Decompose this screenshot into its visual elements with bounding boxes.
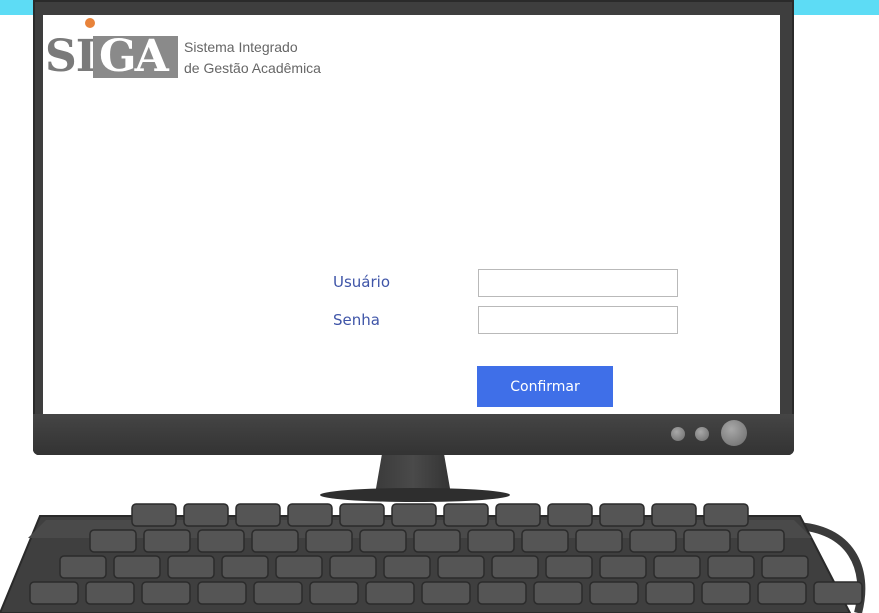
keyboard-key-icon — [89, 529, 137, 553]
keyboard-key-icon — [59, 555, 107, 579]
keyboard-key-icon — [757, 581, 807, 605]
user-input[interactable] — [478, 269, 678, 297]
keyboard-illustration-icon — [0, 503, 866, 613]
keyboard-key-icon — [545, 555, 593, 579]
keyboard-key-icon — [589, 581, 639, 605]
keyboard-key-icon — [701, 581, 751, 605]
keyboard-key-icon — [761, 555, 809, 579]
keyboard-key-icon — [599, 503, 645, 527]
confirm-button[interactable]: Confirmar — [477, 366, 613, 407]
keyboard-key-icon — [131, 503, 177, 527]
keyboard-key-icon — [533, 581, 583, 605]
user-label: Usuário — [333, 273, 391, 291]
keyboard-key-icon — [495, 503, 541, 527]
keyboard-key-icon — [703, 503, 749, 527]
logo-mark-si: SI — [45, 31, 96, 82]
keyboard-key-icon — [221, 555, 269, 579]
indicator-light-icon — [671, 427, 685, 441]
keyboard-key-icon — [167, 555, 215, 579]
keyboard-key-icon — [85, 581, 135, 605]
keyboard-key-icon — [653, 555, 701, 579]
keyboard-key-icon — [141, 581, 191, 605]
keyboard-key-icon — [383, 555, 431, 579]
keyboard-key-icon — [521, 529, 569, 553]
keyboard-key-icon — [359, 529, 407, 553]
keyboard-key-icon — [491, 555, 539, 579]
keyboard-key-icon — [183, 503, 229, 527]
keyboard-key-icon — [413, 529, 461, 553]
keyboard-key-icon — [599, 555, 647, 579]
keyboard-key-icon — [309, 581, 359, 605]
logo-mark-ga: GA — [99, 31, 169, 82]
power-button-icon — [721, 420, 747, 446]
keyboard-key-icon — [235, 503, 281, 527]
password-label: Senha — [333, 311, 380, 329]
keyboard-key-icon — [339, 503, 385, 527]
keyboard-key-icon — [253, 581, 303, 605]
monitor-bezel-bottom — [33, 414, 794, 455]
keyboard-key-icon — [651, 503, 697, 527]
keyboard-key-icon — [287, 503, 333, 527]
keyboard-key-icon — [443, 503, 489, 527]
keyboard-key-icon — [437, 555, 485, 579]
keyboard-key-icon — [707, 555, 755, 579]
logo-tagline-2: de Gestão Acadêmica — [184, 60, 321, 76]
logo-dot-icon — [85, 18, 95, 28]
keyboard-key-icon — [391, 503, 437, 527]
keyboard-key-icon — [467, 529, 515, 553]
siga-logo: SI GA Sistema Integrado de Gestão Acadêm… — [43, 15, 373, 95]
keyboard-key-icon — [251, 529, 299, 553]
keyboard-key-icon — [421, 581, 471, 605]
keyboard-key-icon — [737, 529, 785, 553]
keyboard-key-icon — [813, 581, 863, 605]
keyboard-key-icon — [197, 529, 245, 553]
keyboard-key-icon — [329, 555, 377, 579]
keyboard-key-icon — [275, 555, 323, 579]
keyboard-key-icon — [645, 581, 695, 605]
keyboard-key-icon — [305, 529, 353, 553]
indicator-light-icon — [695, 427, 709, 441]
keyboard-key-icon — [477, 581, 527, 605]
keyboard-key-icon — [29, 581, 79, 605]
keyboard-key-icon — [197, 581, 247, 605]
logo-tagline-1: Sistema Integrado — [184, 39, 298, 55]
keyboard-key-icon — [113, 555, 161, 579]
keyboard-key-icon — [629, 529, 677, 553]
keyboard-key-icon — [683, 529, 731, 553]
keyboard-key-icon — [365, 581, 415, 605]
keyboard-key-icon — [547, 503, 593, 527]
keyboard-key-icon — [575, 529, 623, 553]
keyboard-key-icon — [143, 529, 191, 553]
login-screen: SI GA Sistema Integrado de Gestão Acadêm… — [43, 15, 780, 414]
password-input[interactable] — [478, 306, 678, 334]
